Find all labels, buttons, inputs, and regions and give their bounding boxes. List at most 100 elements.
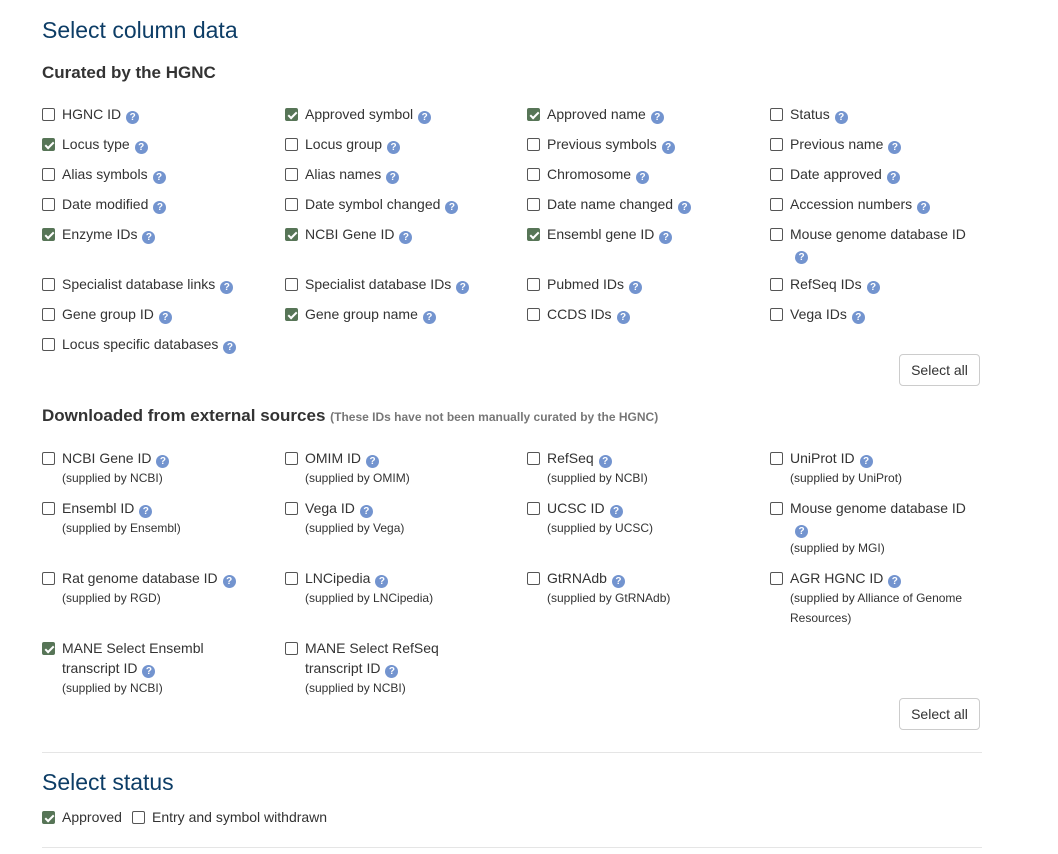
- checkbox-unchecked[interactable]: [132, 811, 145, 824]
- help-icon[interactable]: ?: [888, 575, 902, 588]
- checkbox-unchecked[interactable]: [285, 642, 298, 655]
- help-icon[interactable]: ?: [888, 141, 902, 154]
- help-icon[interactable]: ?: [866, 281, 880, 294]
- checkbox-unchecked[interactable]: [527, 572, 540, 585]
- checkbox-unchecked[interactable]: [527, 198, 540, 211]
- help-icon[interactable]: ?: [422, 311, 436, 324]
- checkbox-unchecked[interactable]: [285, 198, 298, 211]
- divider: [42, 752, 982, 753]
- checkbox-unchecked[interactable]: [770, 572, 783, 585]
- help-icon[interactable]: ?: [795, 525, 808, 538]
- checkbox-unchecked[interactable]: [42, 452, 55, 465]
- checkbox-unchecked[interactable]: [770, 168, 783, 181]
- help-icon[interactable]: ?: [399, 231, 413, 244]
- help-icon[interactable]: ?: [387, 141, 401, 154]
- option-label: MANE Select Ensembl transcript ID: [62, 640, 204, 676]
- checkbox-unchecked[interactable]: [42, 502, 55, 515]
- help-icon[interactable]: ?: [598, 455, 612, 468]
- checkbox-unchecked[interactable]: [42, 308, 55, 321]
- checkbox-checked[interactable]: [42, 642, 55, 655]
- help-icon[interactable]: ?: [609, 505, 623, 518]
- help-icon[interactable]: ?: [629, 281, 643, 294]
- help-icon[interactable]: ?: [834, 111, 848, 124]
- checkbox-unchecked[interactable]: [770, 108, 783, 121]
- checkbox-unchecked[interactable]: [285, 452, 298, 465]
- curated-select-all-button[interactable]: Select all: [899, 354, 980, 386]
- checkbox-checked[interactable]: [42, 228, 55, 241]
- help-icon[interactable]: ?: [678, 201, 692, 214]
- help-icon[interactable]: ?: [375, 575, 389, 588]
- help-icon[interactable]: ?: [385, 665, 399, 678]
- help-icon[interactable]: ?: [156, 455, 170, 468]
- checkbox-unchecked[interactable]: [285, 278, 298, 291]
- help-icon[interactable]: ?: [611, 575, 625, 588]
- option-label: OMIM ID: [305, 450, 361, 466]
- help-icon[interactable]: ?: [456, 281, 470, 294]
- help-icon[interactable]: ?: [359, 505, 373, 518]
- checkbox-unchecked[interactable]: [770, 502, 783, 515]
- help-icon[interactable]: ?: [142, 231, 156, 244]
- checkbox-checked[interactable]: [285, 108, 298, 121]
- help-icon[interactable]: ?: [659, 231, 673, 244]
- checkbox-unchecked[interactable]: [527, 168, 540, 181]
- help-icon[interactable]: ?: [222, 575, 236, 588]
- checkbox-checked[interactable]: [285, 308, 298, 321]
- checkbox-unchecked[interactable]: [770, 228, 783, 241]
- checkbox-checked[interactable]: [285, 228, 298, 241]
- help-icon[interactable]: ?: [142, 665, 156, 678]
- checkbox-unchecked[interactable]: [285, 572, 298, 585]
- help-icon[interactable]: ?: [859, 455, 873, 468]
- checkbox-unchecked[interactable]: [527, 138, 540, 151]
- checkbox-unchecked[interactable]: [42, 278, 55, 291]
- help-icon[interactable]: ?: [220, 281, 234, 294]
- help-icon[interactable]: ?: [134, 141, 148, 154]
- external-select-all-button[interactable]: Select all: [899, 698, 980, 730]
- option-label: Locus group: [305, 136, 383, 152]
- checkbox-unchecked[interactable]: [42, 198, 55, 211]
- option-label: RefSeq IDs: [790, 276, 862, 292]
- checkbox-unchecked[interactable]: [527, 502, 540, 515]
- checkbox-unchecked[interactable]: [770, 198, 783, 211]
- help-icon[interactable]: ?: [139, 505, 153, 518]
- option-label-wrap: Approved symbol?: [305, 104, 432, 124]
- checkbox-unchecked[interactable]: [42, 168, 55, 181]
- checkbox-unchecked[interactable]: [285, 168, 298, 181]
- help-icon[interactable]: ?: [795, 251, 808, 264]
- checkbox-unchecked[interactable]: [770, 452, 783, 465]
- checkbox-unchecked[interactable]: [285, 502, 298, 515]
- checkbox-unchecked[interactable]: [770, 138, 783, 151]
- checkbox-unchecked[interactable]: [527, 452, 540, 465]
- checkbox-unchecked[interactable]: [527, 278, 540, 291]
- help-icon[interactable]: ?: [366, 455, 379, 468]
- checkbox-unchecked[interactable]: [770, 308, 783, 321]
- help-icon[interactable]: ?: [386, 171, 400, 184]
- checkbox-unchecked[interactable]: [527, 308, 540, 321]
- checkbox-checked[interactable]: [42, 138, 55, 151]
- help-icon[interactable]: ?: [418, 111, 432, 124]
- checkbox-unchecked[interactable]: [42, 108, 55, 121]
- help-icon[interactable]: ?: [886, 171, 900, 184]
- help-icon[interactable]: ?: [661, 141, 675, 154]
- help-icon[interactable]: ?: [152, 171, 166, 184]
- divider-bottom: [42, 847, 982, 848]
- curated-heading: Curated by the HGNC: [42, 63, 216, 82]
- help-icon[interactable]: ?: [616, 311, 630, 324]
- help-icon[interactable]: ?: [650, 111, 664, 124]
- checkbox-checked[interactable]: [527, 108, 540, 121]
- help-icon[interactable]: ?: [636, 171, 650, 184]
- help-icon[interactable]: ?: [917, 201, 931, 214]
- help-icon[interactable]: ?: [223, 341, 237, 354]
- checkbox-checked[interactable]: [42, 811, 55, 824]
- option-label-wrap: RefSeq IDs?: [790, 274, 880, 294]
- checkbox-unchecked[interactable]: [42, 338, 55, 351]
- help-icon[interactable]: ?: [445, 201, 459, 214]
- checkbox-unchecked[interactable]: [770, 278, 783, 291]
- checkbox-unchecked[interactable]: [285, 138, 298, 151]
- help-icon[interactable]: ?: [851, 311, 865, 324]
- checkbox-unchecked[interactable]: [42, 572, 55, 585]
- checkbox-checked[interactable]: [527, 228, 540, 241]
- help-icon[interactable]: ?: [153, 201, 167, 214]
- help-icon[interactable]: ?: [158, 311, 172, 324]
- help-icon[interactable]: ?: [126, 111, 140, 124]
- external-heading-note: (These IDs have not been manually curate…: [330, 410, 659, 424]
